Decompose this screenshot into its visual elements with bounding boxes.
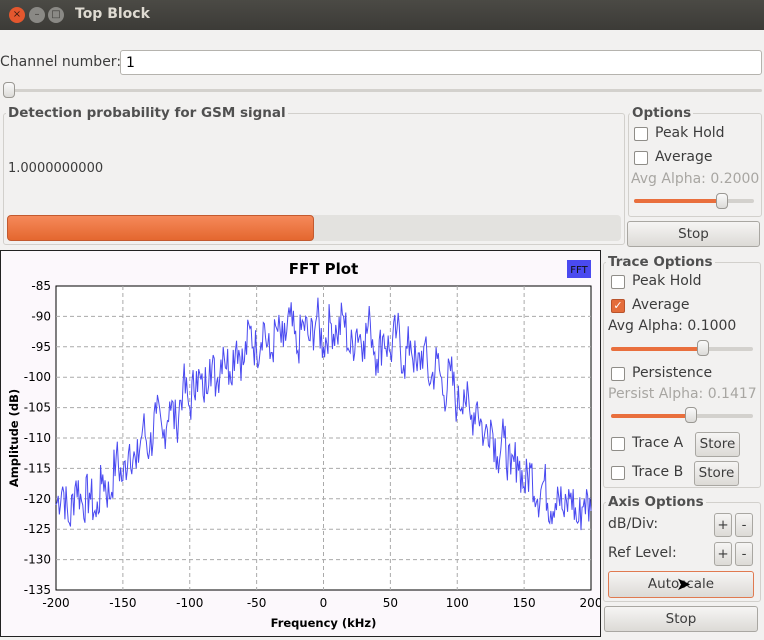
average-label: Average	[655, 149, 713, 165]
x-tick-label: -150	[109, 596, 136, 610]
persistence-checkbox[interactable]	[611, 367, 625, 381]
persist-alpha-slider[interactable]	[611, 414, 753, 418]
legend-label: FFT	[570, 265, 588, 276]
y-tick-label: -85	[31, 279, 51, 293]
title-bar: × – □ Top Block	[0, 0, 764, 30]
avg-alpha-slider[interactable]	[634, 199, 754, 203]
avg-alpha-fill	[634, 199, 722, 203]
trace-peak-hold-checkbox[interactable]	[611, 275, 625, 289]
x-tick-label: 100	[446, 596, 469, 610]
trace-average-checkbox[interactable]: ✓	[611, 299, 625, 313]
channel-slider-thumb[interactable]	[3, 82, 15, 98]
persistence-label: Persistence	[632, 365, 713, 381]
average-checkbox[interactable]	[634, 151, 648, 165]
detection-title: Detection probability for GSM signal	[6, 105, 288, 121]
trace-b-label: Trace B	[632, 464, 684, 480]
window-title: Top Block	[75, 6, 150, 22]
x-tick-label: -200	[42, 596, 69, 610]
y-tick-label: -135	[24, 583, 51, 597]
persist-alpha-label: Persist Alpha: 0.1417	[608, 386, 757, 402]
db-div-plus-button[interactable]: +	[714, 513, 732, 537]
db-div-minus-button[interactable]: -	[735, 513, 753, 537]
trace-b-checkbox[interactable]	[611, 466, 625, 480]
trace-avg-alpha-slider[interactable]	[611, 347, 753, 351]
chart-title: FFT Plot	[289, 260, 359, 278]
peak-hold-checkbox[interactable]	[634, 127, 648, 141]
x-tick-label: 0	[320, 596, 328, 610]
x-tick-label: 150	[513, 596, 536, 610]
maximize-icon[interactable]: □	[48, 7, 64, 23]
y-tick-label: -90	[31, 309, 51, 323]
x-axis-label: Frequency (kHz)	[271, 616, 377, 630]
trace-avg-alpha-thumb[interactable]	[697, 340, 709, 356]
y-tick-label: -105	[24, 401, 51, 415]
fft-plot-panel: -200 -150 -100 -50 0 50 100 150 200 -85 -90 -95 -100…	[0, 250, 602, 637]
trace-avg-alpha-fill	[611, 347, 703, 351]
minimize-icon[interactable]: –	[29, 7, 45, 23]
y-tick-label: -130	[24, 553, 51, 567]
channel-input[interactable]	[120, 50, 762, 75]
y-tick-label: -110	[24, 431, 51, 445]
detection-progress-fill	[7, 215, 314, 241]
trace-a-label: Trace A	[632, 435, 684, 451]
ref-level-label: Ref Level:	[608, 545, 677, 561]
channel-label: Channel number:	[0, 54, 122, 70]
options-title: Options	[630, 105, 694, 121]
y-axis-label: Amplitude (dB)	[7, 389, 21, 487]
detection-value: 1.0000000000	[8, 161, 104, 176]
store-b-button[interactable]: Store	[694, 461, 739, 486]
x-tick-label: -100	[176, 596, 203, 610]
mouse-cursor-icon: ➤	[676, 574, 692, 595]
options-stop-button[interactable]: Stop	[627, 221, 760, 247]
trace-options-title: Trace Options	[606, 254, 715, 270]
detection-progress-bar	[7, 215, 621, 241]
trace-avg-alpha-label: Avg Alpha: 0.1000	[608, 318, 737, 334]
fft-plot: -200 -150 -100 -50 0 50 100 150 200 -85 -90 -95 -100…	[7, 260, 602, 630]
db-div-label: dB/Div:	[608, 516, 659, 532]
axis-options-title: Axis Options	[606, 494, 706, 510]
x-tick-label: 200	[580, 596, 600, 610]
peak-hold-label: Peak Hold	[655, 125, 725, 141]
x-tick-label: 50	[383, 596, 398, 610]
trace-average-label: Average	[632, 297, 690, 313]
trace-a-checkbox[interactable]	[611, 437, 625, 451]
avg-alpha-thumb[interactable]	[716, 193, 728, 209]
y-tick-label: -125	[24, 522, 51, 536]
trace-peak-hold-label: Peak Hold	[632, 273, 702, 289]
channel-slider[interactable]	[4, 89, 762, 92]
trace-stop-button[interactable]: Stop	[604, 606, 758, 632]
persist-alpha-thumb[interactable]	[685, 407, 697, 423]
close-icon[interactable]: ×	[9, 7, 25, 23]
x-tick-label: -50	[247, 596, 267, 610]
ref-level-plus-button[interactable]: +	[714, 542, 732, 566]
ref-level-minus-button[interactable]: -	[735, 542, 753, 566]
store-a-button[interactable]: Store	[695, 432, 740, 457]
y-tick-label: -95	[31, 340, 51, 354]
persist-alpha-fill	[611, 414, 691, 418]
y-tick-label: -100	[24, 370, 51, 384]
y-tick-label: -115	[24, 461, 51, 475]
avg-alpha-label: Avg Alpha: 0.2000	[631, 171, 760, 187]
y-tick-label: -120	[24, 492, 51, 506]
